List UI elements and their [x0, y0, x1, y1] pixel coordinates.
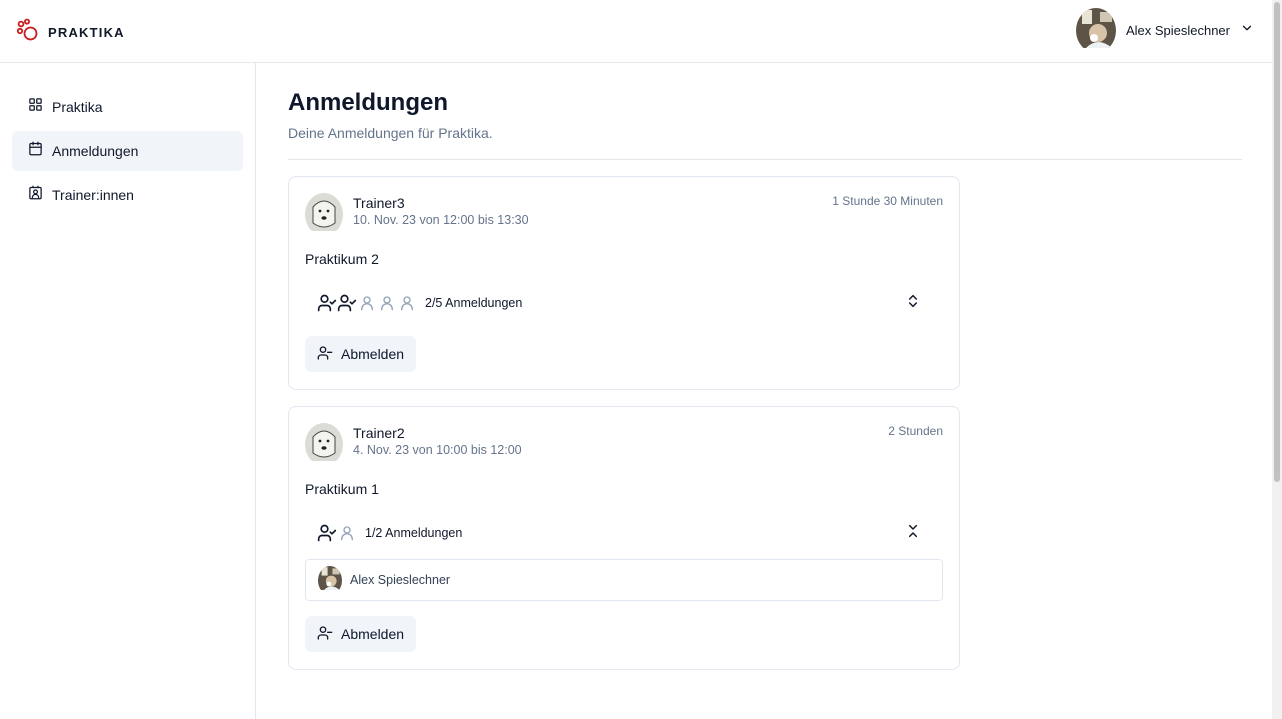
sidebar-item-label: Trainer:innen	[52, 187, 134, 203]
unsubscribe-label: Abmelden	[341, 346, 405, 362]
user-menu[interactable]: Alex Spieslechner	[1075, 8, 1254, 53]
participant-item: Alex Spieslechner	[305, 559, 943, 601]
scrollbar[interactable]	[1272, 0, 1282, 719]
user-check-icon	[337, 293, 357, 313]
brand-logo[interactable]: PRAKTIKA	[16, 18, 125, 47]
course-name: Praktikum 1	[305, 481, 379, 497]
user-avatar	[1075, 8, 1116, 53]
user-empty-icon	[397, 293, 417, 313]
unsubscribe-button[interactable]: Abmelden	[305, 336, 417, 372]
sidebar-item-label: Anmeldungen	[52, 143, 139, 159]
registration-status: 1/2 Anmeldungen	[317, 522, 462, 544]
trainer-avatar	[305, 193, 343, 236]
divider	[288, 159, 1242, 160]
calendar-icon	[28, 141, 43, 161]
top-bar: PRAKTIKA Alex Spieslechner	[0, 0, 1272, 63]
registrations-count: 2/5 Anmeldungen	[425, 296, 523, 310]
user-empty-icon	[357, 293, 377, 313]
sidebar-item-trainer[interactable]: Trainer:innen	[12, 175, 243, 215]
trainer-name: Trainer2	[353, 425, 405, 441]
user-check-icon	[317, 523, 337, 543]
expand-toggle[interactable]	[903, 293, 923, 313]
user-minus-icon	[317, 625, 333, 644]
user-check-icon	[317, 293, 337, 313]
registration-card: Trainer3 10. Nov. 23 von 12:00 bis 13:30…	[288, 176, 960, 390]
session-duration: 2 Stunden	[888, 424, 943, 438]
registration-card: Trainer2 4. Nov. 23 von 10:00 bis 12:00 …	[288, 406, 960, 670]
participant-name: Alex Spieslechner	[350, 573, 451, 587]
unsubscribe-button[interactable]: Abmelden	[305, 616, 417, 652]
chevrons-up-down-icon	[905, 293, 921, 314]
paw-logo-icon	[16, 18, 40, 47]
user-empty-icon	[377, 293, 397, 313]
sidebar: Praktika Anmeldungen Trainer:innen	[0, 63, 256, 719]
user-name: Alex Spieslechner	[1125, 23, 1230, 38]
sidebar-item-anmeldungen[interactable]: Anmeldungen	[12, 131, 243, 171]
chevron-down-icon	[1240, 21, 1254, 40]
session-date: 4. Nov. 23 von 10:00 bis 12:00	[353, 443, 522, 457]
user-minus-icon	[317, 345, 333, 364]
trainer-avatar	[305, 423, 343, 466]
user-empty-icon	[337, 523, 357, 543]
registrations-count: 1/2 Anmeldungen	[365, 526, 463, 540]
session-duration: 1 Stunde 30 Minuten	[832, 194, 943, 208]
page-title: Anmeldungen	[288, 89, 448, 116]
session-date: 10. Nov. 23 von 12:00 bis 13:30	[353, 213, 529, 227]
participant-avatar	[318, 565, 342, 595]
course-name: Praktikum 2	[305, 251, 379, 267]
sidebar-item-label: Praktika	[52, 99, 103, 115]
chevrons-down-up-icon	[905, 523, 921, 544]
brand-name: PRAKTIKA	[48, 25, 125, 40]
grid-icon	[28, 97, 43, 117]
scrollbar-thumb[interactable]	[1274, 2, 1280, 482]
sidebar-item-praktika[interactable]: Praktika	[12, 87, 243, 127]
contact-icon	[28, 185, 43, 205]
collapse-toggle[interactable]	[903, 523, 923, 543]
registration-status: 2/5 Anmeldungen	[317, 292, 522, 314]
page-subtitle: Deine Anmeldungen für Praktika.	[288, 125, 493, 141]
unsubscribe-label: Abmelden	[341, 626, 405, 642]
trainer-name: Trainer3	[353, 195, 405, 211]
